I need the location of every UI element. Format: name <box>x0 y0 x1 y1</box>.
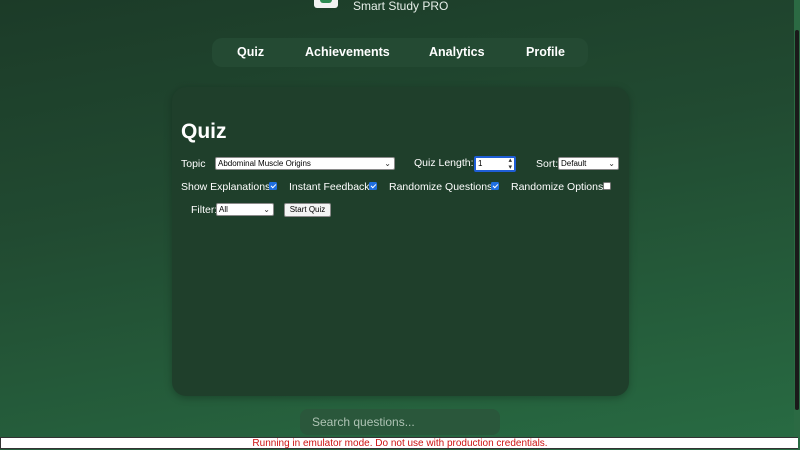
chevron-down-icon: ⌄ <box>608 159 615 168</box>
scrollbar-thumb[interactable] <box>795 30 799 410</box>
instant-feedback-checkbox[interactable] <box>369 182 377 190</box>
instant-feedback-label: Instant Feedback <box>289 181 370 193</box>
show-explanations-label: Show Explanations <box>181 181 271 193</box>
spinner-arrows-icon[interactable]: ▴ ▾ <box>508 158 512 170</box>
start-quiz-button[interactable]: Start Quiz <box>284 203 331 217</box>
sort-label: Sort: <box>536 158 559 170</box>
nav-item-quiz[interactable]: Quiz <box>237 45 264 59</box>
filter-select-value: All <box>219 205 228 214</box>
quiz-panel: Quiz Topic Abdominal Muscle Origins ⌄ Qu… <box>172 87 629 396</box>
show-explanations-checkbox[interactable] <box>269 182 277 190</box>
nav-item-achievements[interactable]: Achievements <box>305 45 390 59</box>
panel-title: Quiz <box>181 120 227 143</box>
emulator-warning-bar: Running in emulator mode. Do not use wit… <box>0 437 798 449</box>
sort-select[interactable]: Default ⌄ <box>558 157 619 170</box>
emulator-warning-text: Running in emulator mode. Do not use wit… <box>252 438 548 449</box>
randomize-questions-label: Randomize Questions <box>389 181 493 193</box>
filter-label: Filter: <box>191 204 218 216</box>
chevron-down-icon: ⌄ <box>384 159 391 168</box>
main-nav: Quiz Achievements Analytics Profile <box>212 38 588 67</box>
topic-select-value: Abdominal Muscle Origins <box>218 159 311 168</box>
randomize-questions-checkbox[interactable] <box>491 182 499 190</box>
topic-label: Topic <box>181 158 206 170</box>
app-name: Smart Study PRO <box>353 0 449 13</box>
randomize-options-label: Randomize Options <box>511 181 604 193</box>
page-scrollbar[interactable] <box>794 0 800 438</box>
app-logo-icon <box>314 0 338 8</box>
randomize-options-checkbox[interactable] <box>603 182 611 190</box>
topic-select[interactable]: Abdominal Muscle Origins ⌄ <box>215 157 395 170</box>
nav-item-profile[interactable]: Profile <box>526 45 565 59</box>
chevron-down-icon: ⌄ <box>263 205 270 214</box>
quiz-length-value: 1 <box>478 159 483 168</box>
quiz-length-input[interactable]: 1 ▴ ▾ <box>474 156 516 172</box>
search-box <box>300 409 500 435</box>
sort-select-value: Default <box>561 159 587 168</box>
filter-select[interactable]: All ⌄ <box>216 203 274 216</box>
quiz-length-label: Quiz Length: <box>414 157 474 169</box>
search-input[interactable] <box>300 409 500 435</box>
nav-item-analytics[interactable]: Analytics <box>429 45 485 59</box>
